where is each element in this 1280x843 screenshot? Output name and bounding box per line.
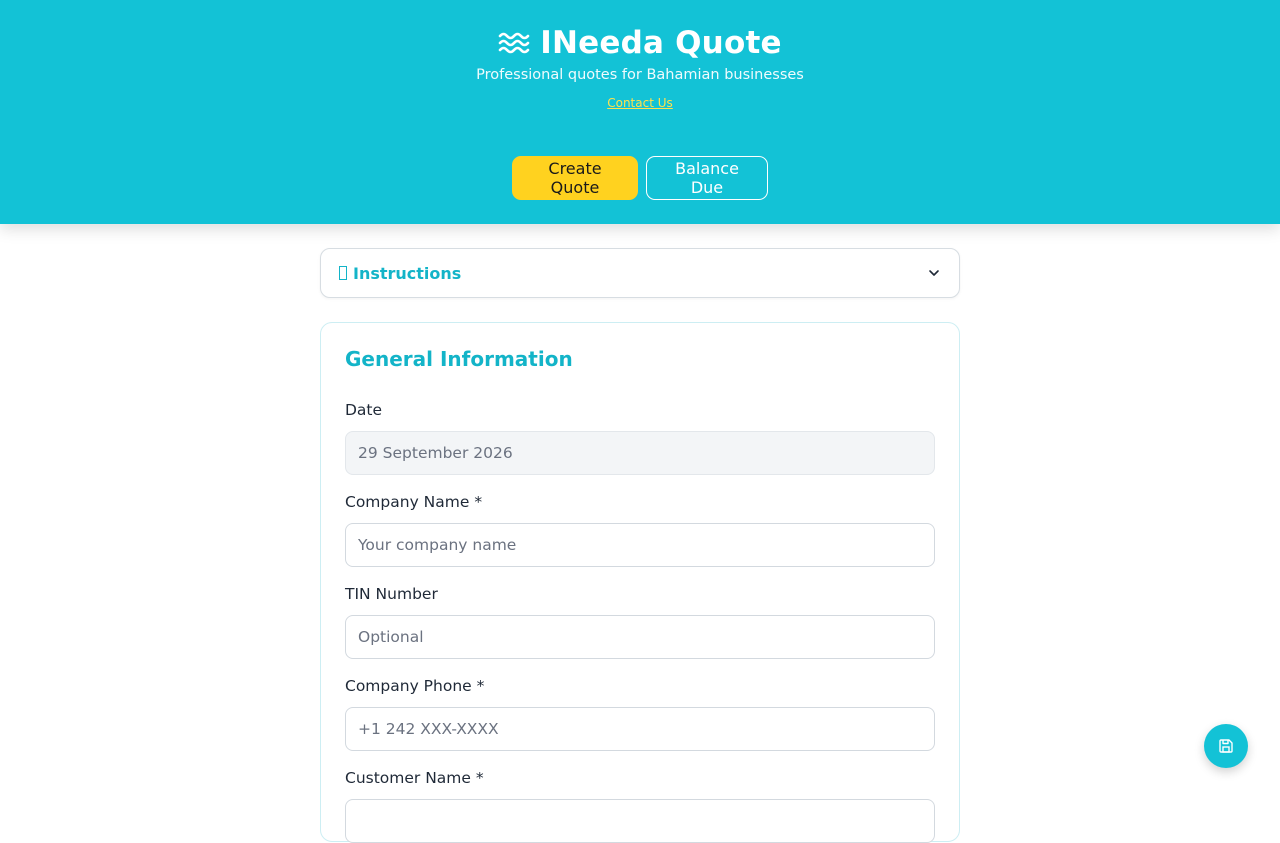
company-name-input[interactable] [345, 523, 935, 567]
chevron-down-icon[interactable] [927, 266, 941, 280]
customer-name-label: Customer Name * [345, 769, 484, 787]
contact-link-wrapper: Contact Us [0, 96, 1280, 110]
instructions-label: Instructions [353, 263, 462, 283]
app-header: INeeda Quote Professional quotes for Bah… [0, 0, 1280, 224]
brand: INeeda Quote [0, 22, 1280, 64]
company-name-label: Company Name * [345, 493, 483, 511]
date-label: Date [345, 401, 383, 419]
instructions-accordion[interactable]: Instructions [320, 248, 960, 298]
tin-input[interactable] [345, 615, 935, 659]
info-icon [339, 266, 347, 280]
section-title: General Information [345, 347, 573, 371]
save-draft-button[interactable] [1204, 724, 1248, 768]
balance-due-button[interactable]: Balance Due [646, 156, 768, 200]
company-phone-input[interactable] [345, 707, 935, 751]
contact-us-link[interactable]: Contact Us [607, 96, 673, 110]
company-phone-label: Company Phone * [345, 677, 485, 695]
main-nav: Create Quote Balance Due [0, 156, 1280, 200]
instructions-header: Instructions [339, 264, 461, 283]
app-title: INeeda Quote [540, 25, 782, 61]
general-information-card: General Information Date Company Name * … [320, 322, 960, 843]
app-tagline: Professional quotes for Bahamian busines… [476, 67, 804, 83]
waves-icon [498, 32, 530, 54]
date-field[interactable] [345, 431, 935, 475]
save-icon [1219, 739, 1233, 753]
tin-label: TIN Number [345, 585, 438, 603]
create-quote-button[interactable]: Create Quote [512, 156, 638, 200]
customer-name-input[interactable] [345, 799, 935, 843]
